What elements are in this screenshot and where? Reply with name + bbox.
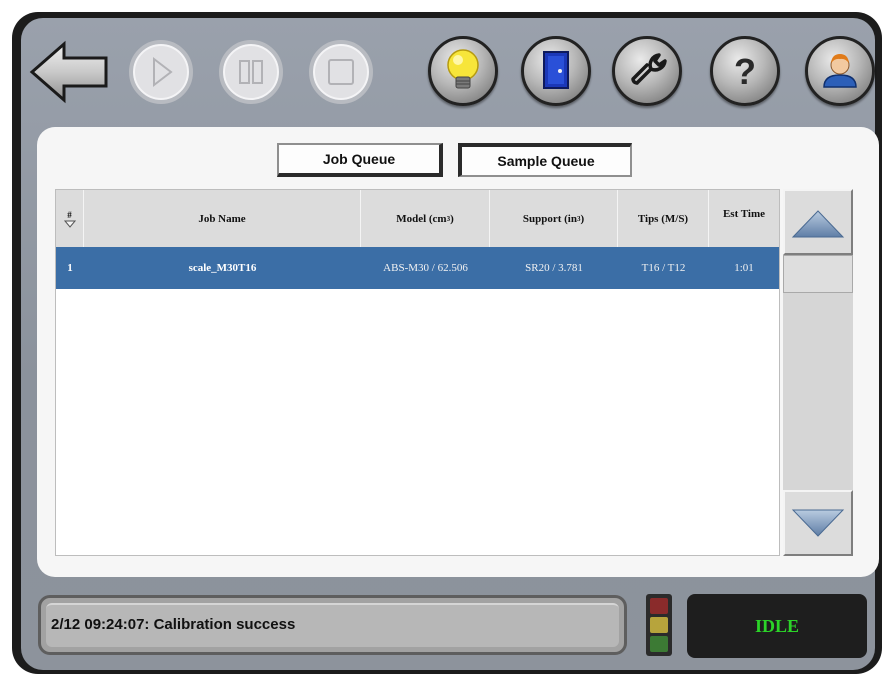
green-lamp xyxy=(650,636,668,652)
help-button[interactable]: ? xyxy=(710,36,780,106)
yellow-lamp xyxy=(650,617,668,633)
arrow-down-icon xyxy=(791,509,845,537)
queue-table: # Job Name Model (cm 3) Support (in 3) Tip… xyxy=(55,189,780,556)
scroll-down-button[interactable] xyxy=(783,490,853,556)
status-light xyxy=(646,594,672,656)
column-header-model[interactable]: Model (cm 3) xyxy=(361,190,490,247)
column-header-est-time[interactable]: Est Time xyxy=(709,190,779,247)
column-header-support[interactable]: Support (in 3) xyxy=(490,190,618,247)
cell-support: SR20 / 3.781 xyxy=(525,262,583,274)
play-icon xyxy=(153,56,173,88)
cell-job-name: scale_M30T16 xyxy=(188,262,257,274)
column-header-tips[interactable]: Tips (M/S) xyxy=(618,190,709,247)
cell-est-time: 1:01 xyxy=(734,262,754,274)
status-message-box: 2/12 09:24:07: Calibration success xyxy=(38,595,627,655)
lightbulb-icon xyxy=(447,49,479,89)
wrench-button[interactable] xyxy=(612,36,682,106)
column-number-label: # xyxy=(67,209,72,220)
lightbulb-button[interactable] xyxy=(428,36,498,106)
column-header-job-name[interactable]: Job Name xyxy=(84,190,361,247)
column-header-number[interactable]: # xyxy=(56,190,84,247)
svg-text:?: ? xyxy=(734,51,756,92)
tab-job-queue[interactable]: Job Queue xyxy=(277,143,443,177)
scrollbar[interactable] xyxy=(783,189,853,556)
table-row[interactable]: 1 scale_M30T16 ABS-M30 / 62.506 SR20 / 3… xyxy=(56,247,779,289)
play-button[interactable] xyxy=(129,40,193,104)
pause-icon xyxy=(239,60,263,84)
question-mark-icon: ? xyxy=(734,51,756,92)
door-icon xyxy=(543,51,569,89)
tab-sample-queue[interactable]: Sample Queue xyxy=(458,143,632,177)
stop-icon xyxy=(328,59,354,85)
status-message: 2/12 09:24:07: Calibration success xyxy=(51,616,296,633)
back-arrow-icon xyxy=(29,40,108,104)
stop-button[interactable] xyxy=(309,40,373,104)
pause-button[interactable] xyxy=(219,40,283,104)
cell-tips: T16 / T12 xyxy=(641,262,686,274)
sort-down-icon xyxy=(63,220,76,228)
wrench-icon xyxy=(631,53,667,85)
user-button[interactable] xyxy=(805,36,875,106)
scroll-thumb[interactable] xyxy=(783,255,853,293)
cell-number: 1 xyxy=(67,262,73,274)
back-button[interactable] xyxy=(28,40,110,104)
model-header-end: ) xyxy=(450,212,454,225)
user-icon xyxy=(823,54,857,88)
model-header-label: Model (cm xyxy=(396,212,447,225)
scroll-up-button[interactable] xyxy=(783,189,853,255)
printer-state: IDLE xyxy=(687,594,867,658)
door-button[interactable] xyxy=(521,36,591,106)
arrow-up-icon xyxy=(791,210,845,238)
table-header: # Job Name Model (cm 3) Support (in 3) Tip… xyxy=(56,190,779,247)
support-header-end: ) xyxy=(580,212,585,225)
cell-model: ABS-M30 / 62.506 xyxy=(383,262,468,274)
support-header-label: Support (in xyxy=(522,212,577,225)
red-lamp xyxy=(650,598,668,614)
